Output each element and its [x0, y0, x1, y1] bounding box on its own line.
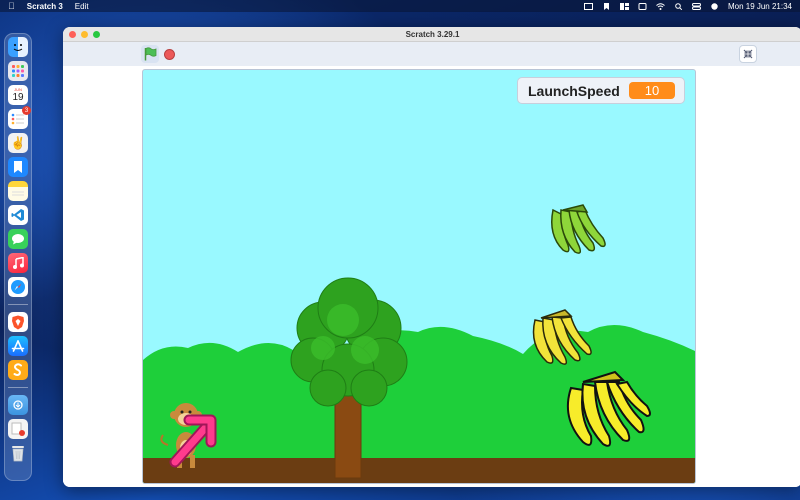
control-center-icon[interactable] [691, 2, 701, 10]
menu-app-name[interactable]: Scratch 3 [27, 2, 63, 11]
apple-menu-icon[interactable]:  [8, 1, 15, 11]
messages-icon[interactable] [8, 229, 28, 249]
brave-icon[interactable] [8, 312, 28, 332]
downloads-folder-icon[interactable] [8, 395, 28, 415]
documents-stack-icon[interactable] [8, 419, 28, 439]
banana-bunch-green [551, 204, 606, 254]
vscode-icon[interactable] [8, 205, 28, 225]
stop-button[interactable] [164, 49, 175, 60]
green-flag-icon [144, 47, 157, 61]
notification-status-icon[interactable] [638, 2, 647, 10]
trash-icon[interactable] [8, 443, 28, 463]
calendar-day: 19 [12, 92, 24, 103]
siri-icon[interactable] [710, 2, 719, 10]
safari-icon[interactable] [8, 277, 28, 297]
menu-clock[interactable]: Mon 19 Jun 21:34 [728, 2, 792, 11]
search-icon[interactable] [674, 2, 683, 10]
stage-toolbar [63, 42, 800, 66]
stage[interactable]: LaunchSpeed 10 [142, 69, 696, 484]
scratch-icon[interactable] [8, 360, 28, 380]
variable-monitor[interactable]: LaunchSpeed 10 [517, 77, 685, 104]
dock: JUN 19 3 ✌ [4, 33, 32, 481]
calendar-icon[interactable]: JUN 19 [8, 85, 28, 105]
menu-bar:  Scratch 3 Edit Mon 19 Jun 21:34 [0, 0, 800, 12]
wifi-icon[interactable] [656, 2, 665, 10]
dirt-ground [143, 458, 695, 483]
dock-separator [8, 387, 28, 388]
monitor-label: LaunchSpeed [528, 82, 620, 99]
dock-separator [8, 304, 28, 305]
app-store-icon[interactable] [8, 336, 28, 356]
stage-area: LaunchSpeed 10 [63, 66, 800, 487]
launchpad-icon[interactable] [8, 61, 28, 81]
notes-icon[interactable] [8, 181, 28, 201]
exit-fullscreen-button[interactable] [739, 45, 757, 63]
finder-icon[interactable] [8, 37, 28, 57]
unfullscreen-icon [743, 49, 753, 59]
window-title: Scratch 3.29.1 [405, 29, 460, 39]
stage-backdrop [143, 204, 695, 483]
menu-edit[interactable]: Edit [75, 2, 89, 11]
bookmark-status-icon[interactable] [602, 2, 611, 10]
display-status-icon[interactable] [583, 2, 593, 10]
layout-status-icon[interactable] [619, 2, 629, 10]
peace-app-icon[interactable]: ✌ [8, 133, 28, 153]
bookmarks-icon[interactable] [8, 157, 28, 177]
reminders-icon[interactable]: 3 [8, 106, 31, 129]
music-icon[interactable] [8, 253, 28, 273]
reminders-badge: 3 [22, 106, 31, 115]
monitor-value: 10 [629, 82, 675, 99]
window-titlebar[interactable]: Scratch 3.29.1 [63, 27, 800, 42]
green-flag-button[interactable] [141, 45, 159, 63]
scratch-window: Scratch 3.29.1 LaunchSpeed 10 [63, 27, 800, 487]
